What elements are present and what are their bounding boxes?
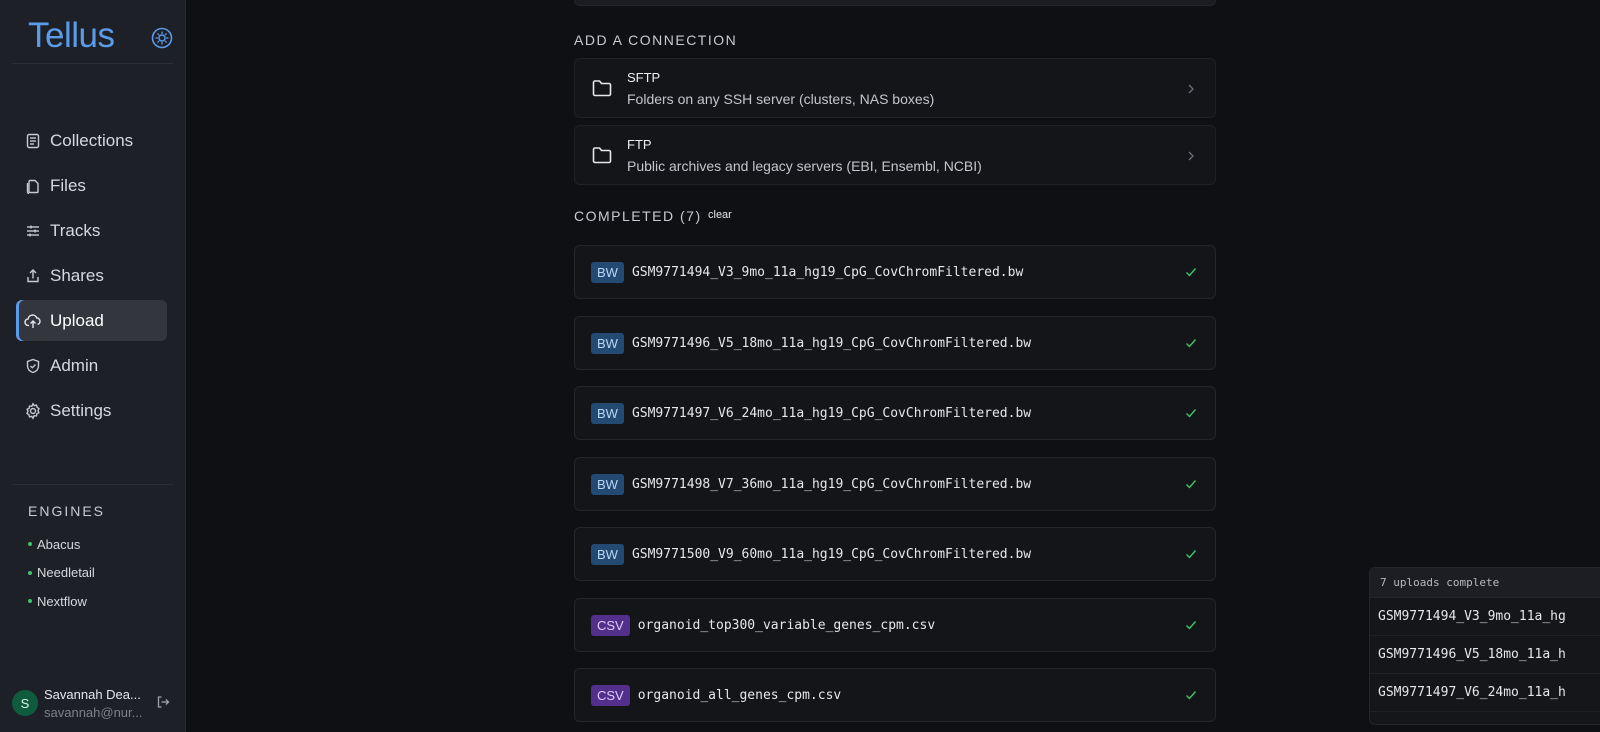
file-type-badge: BW <box>591 332 624 354</box>
nav-item-upload[interactable]: Upload <box>16 300 167 341</box>
engine-label: Abacus <box>37 536 81 552</box>
completed-file-row: BW GSM9771500_V9_60mo_11a_hg19_CpG_CovCh… <box>574 527 1216 581</box>
connection-title: FTP <box>627 136 652 152</box>
file-name: organoid_all_genes_cpm.csv <box>637 687 842 703</box>
nav-label: Settings <box>50 400 112 420</box>
check-icon <box>1184 688 1198 702</box>
status-dot-icon <box>28 542 32 547</box>
engine-label: Nextflow <box>37 593 87 609</box>
file-name: GSM9771497_V6_24mo_11a_hg19_CpG_CovChrom… <box>631 405 1032 421</box>
chevron-right-icon <box>1185 82 1197 94</box>
add-connection-heading: ADD A CONNECTION <box>574 32 738 48</box>
engine-label: Needletail <box>37 565 95 581</box>
file-type-badge: CSV <box>591 614 630 636</box>
user-email: savannah@nur... <box>44 704 143 720</box>
file-type-badge: BW <box>591 543 624 565</box>
completed-file-row: CSV organoid_top300_variable_genes_cpm.c… <box>574 598 1216 652</box>
engine-item[interactable]: Needletail <box>28 559 95 588</box>
previous-section-card <box>574 0 1216 6</box>
nav-label: Files <box>50 175 86 195</box>
avatar: S <box>12 690 38 716</box>
connection-sftp[interactable]: SFTP Folders on any SSH server (clusters… <box>574 58 1216 118</box>
file-name: GSM9771494_V3_9mo_11a_hg19_CpG_CovChromF… <box>631 264 1024 280</box>
uploads-complete-toast[interactable]: 7 uploads complete GSM9771494_V3_9mo_11a… <box>1369 567 1600 725</box>
check-icon <box>1184 477 1198 491</box>
nav-item-shares[interactable]: Shares <box>16 255 167 296</box>
files-icon <box>24 177 42 195</box>
divider <box>12 484 173 485</box>
toast-title: 7 uploads complete <box>1370 568 1600 598</box>
engine-item[interactable]: Abacus <box>28 530 95 559</box>
nav-label: Tracks <box>50 220 101 240</box>
file-name: GSM9771500_V9_60mo_11a_hg19_CpG_CovChrom… <box>631 546 1032 562</box>
nav-item-files[interactable]: Files <box>16 165 167 206</box>
nav-item-admin[interactable]: Admin <box>16 345 167 386</box>
file-name: organoid_top300_variable_genes_cpm.csv <box>637 617 936 633</box>
nav-item-collections[interactable]: Collections <box>16 120 167 161</box>
engines-heading: ENGINES <box>28 503 106 519</box>
connection-ftp[interactable]: FTP Public archives and legacy servers (… <box>574 125 1216 185</box>
connection-title: SFTP <box>627 69 661 85</box>
nav-item-tracks[interactable]: Tracks <box>16 210 167 251</box>
completed-file-row: BW GSM9771494_V3_9mo_11a_hg19_CpG_CovChr… <box>574 245 1216 299</box>
file-type-badge: BW <box>591 402 624 424</box>
sidebar: Tellus Collections Files Tracks Shares U… <box>0 0 186 732</box>
check-icon <box>1184 406 1198 420</box>
shield-icon <box>24 357 42 375</box>
user-name: Savannah Dea... <box>44 686 141 702</box>
logout-icon[interactable] <box>156 695 172 711</box>
theme-toggle-icon[interactable] <box>151 27 173 49</box>
app-logo[interactable]: Tellus <box>28 16 115 56</box>
file-type-badge: CSV <box>591 684 630 706</box>
completed-heading: COMPLETED (7) <box>574 208 702 224</box>
toast-item: GSM9771494_V3_9mo_11a_hg <box>1370 598 1600 636</box>
completed-file-row: BW GSM9771497_V6_24mo_11a_hg19_CpG_CovCh… <box>574 386 1216 440</box>
user-profile[interactable]: S Savannah Dea... savannah@nur... <box>12 680 176 726</box>
nav-item-settings[interactable]: Settings <box>16 390 167 431</box>
gear-icon <box>24 401 42 420</box>
tracks-icon <box>24 222 42 240</box>
nav-label: Shares <box>50 265 104 285</box>
completed-file-row: CSV organoid_all_genes_cpm.csv <box>574 668 1216 722</box>
divider <box>12 63 173 64</box>
main-nav: Collections Files Tracks Shares Upload A… <box>16 120 167 435</box>
status-dot-icon <box>28 570 32 575</box>
chevron-right-icon <box>1185 149 1197 161</box>
collections-icon <box>24 132 42 150</box>
clear-button[interactable]: clear <box>708 209 732 221</box>
check-icon <box>1184 547 1198 561</box>
file-type-badge: BW <box>591 261 624 283</box>
check-icon <box>1184 265 1198 279</box>
engine-item[interactable]: Nextflow <box>28 587 95 616</box>
nav-label: Upload <box>50 310 104 330</box>
nav-label: Admin <box>50 355 99 375</box>
check-icon <box>1184 618 1198 632</box>
nav-label: Collections <box>50 130 134 150</box>
status-dot-icon <box>28 599 32 604</box>
toast-item: GSM9771497_V6_24mo_11a_h <box>1370 674 1600 712</box>
file-name: GSM9771498_V7_36mo_11a_hg19_CpG_CovChrom… <box>631 476 1032 492</box>
completed-file-row: BW GSM9771496_V5_18mo_11a_hg19_CpG_CovCh… <box>574 316 1216 370</box>
file-name: GSM9771496_V5_18mo_11a_hg19_CpG_CovChrom… <box>631 335 1032 351</box>
file-type-badge: BW <box>591 473 624 495</box>
check-icon <box>1184 336 1198 350</box>
upload-cloud-icon <box>24 312 42 330</box>
completed-file-row: BW GSM9771498_V7_36mo_11a_hg19_CpG_CovCh… <box>574 457 1216 511</box>
toast-item: GSM9771496_V5_18mo_11a_h <box>1370 636 1600 674</box>
share-icon <box>24 267 42 285</box>
engines-list: Abacus Needletail Nextflow <box>28 530 95 616</box>
folder-icon <box>591 144 613 166</box>
connection-description: Folders on any SSH server (clusters, NAS… <box>627 90 935 107</box>
folder-icon <box>591 77 613 99</box>
connection-description: Public archives and legacy servers (EBI,… <box>627 157 982 174</box>
